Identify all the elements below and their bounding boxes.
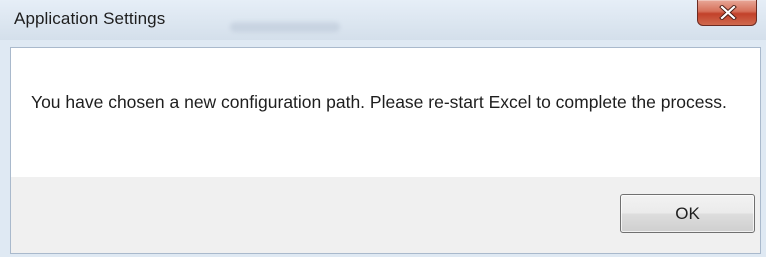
close-x-icon <box>719 5 737 20</box>
window-title: Application Settings <box>14 9 166 28</box>
background-window-blur <box>230 22 340 32</box>
dialog-content: You have chosen a new configuration path… <box>10 47 761 254</box>
ok-button[interactable]: OK <box>620 194 755 233</box>
dialog-message: You have chosen a new configuration path… <box>31 92 727 112</box>
dialog-window: Application Settings You have chosen a n… <box>0 0 766 257</box>
message-area: You have chosen a new configuration path… <box>11 48 760 177</box>
close-button[interactable] <box>697 0 757 26</box>
title-bar[interactable]: Application Settings <box>0 0 766 40</box>
